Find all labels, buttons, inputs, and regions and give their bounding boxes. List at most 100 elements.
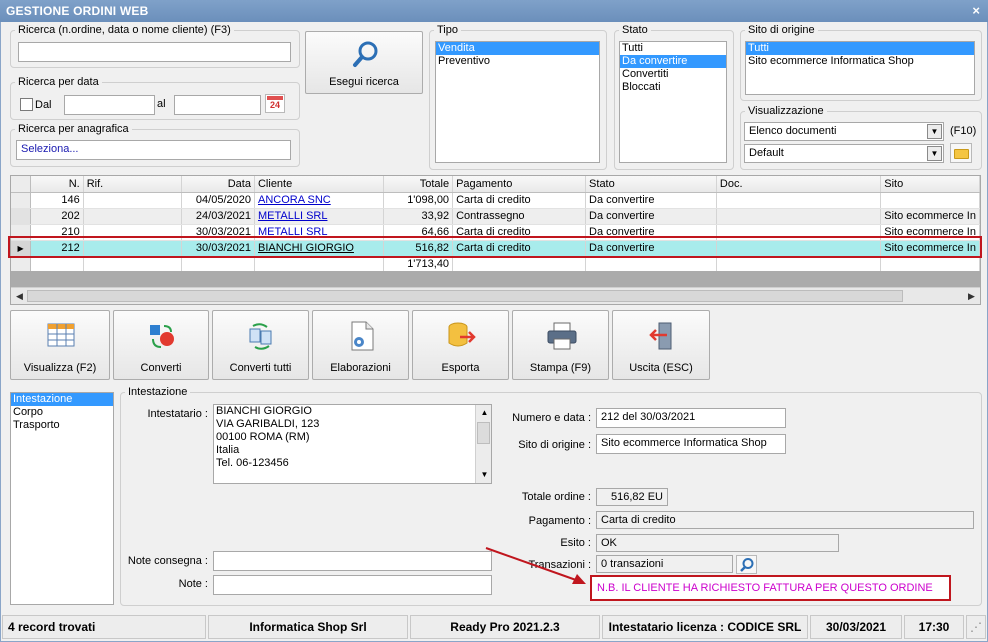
- cell-pagamento: Carta di credito: [452, 224, 587, 241]
- cell-sito: [880, 192, 980, 209]
- table-row[interactable]: 210 30/03/2021 METALLI SRL 64,66 Carta d…: [11, 224, 980, 241]
- column-header-stato[interactable]: Stato: [585, 176, 717, 193]
- cell-totale: 516,82: [383, 240, 454, 257]
- row-indicator[interactable]: [11, 208, 32, 225]
- row-indicator-arrow[interactable]: ▶: [11, 240, 32, 257]
- note-input[interactable]: [213, 575, 492, 595]
- note-consegna-input[interactable]: [213, 551, 492, 571]
- row-indicator[interactable]: [11, 192, 32, 209]
- transazioni-field: 0 transazioni: [596, 555, 733, 573]
- sito-item-tutti[interactable]: Tutti: [746, 42, 974, 55]
- esporta-button[interactable]: Esporta: [412, 310, 509, 380]
- scroll-up-icon[interactable]: ▲: [476, 405, 491, 420]
- column-header-data[interactable]: Data: [181, 176, 255, 193]
- column-header-rif[interactable]: Rif.: [83, 176, 183, 193]
- pagamento-label: Pagamento :: [528, 515, 591, 527]
- stampa-button[interactable]: Stampa (F9): [512, 310, 609, 380]
- anagrafica-select[interactable]: Seleziona...: [16, 140, 291, 160]
- numero-data-field[interactable]: 212 del 30/03/2021: [596, 408, 786, 428]
- convert-all-icon: [249, 323, 272, 350]
- intestatario-label: Intestatario :: [147, 408, 208, 420]
- elaborazioni-button[interactable]: Elaborazioni: [312, 310, 409, 380]
- close-icon[interactable]: ×: [972, 3, 980, 18]
- search-label: Ricerca (n.ordine, data o nome cliente) …: [18, 24, 231, 36]
- chevron-down-icon[interactable]: ▼: [927, 146, 942, 161]
- stato-item-bloccati[interactable]: Bloccati: [620, 81, 726, 94]
- row-indicator[interactable]: [11, 224, 32, 241]
- section-list[interactable]: Intestazione Corpo Trasporto: [10, 392, 114, 605]
- status-license: Intestatario licenza : CODICE SRL: [602, 615, 808, 639]
- textarea-scrollbar[interactable]: ▲ ▼: [475, 405, 491, 483]
- stato-item-da-convertire[interactable]: Da convertire: [620, 55, 726, 68]
- table-row-selected[interactable]: ▶ 212 30/03/2021 BIANCHI GIORGIO 516,82 …: [11, 240, 980, 257]
- scrollbar-thumb[interactable]: [27, 290, 903, 302]
- grid-horizontal-scrollbar[interactable]: ◀ ▶: [11, 287, 980, 304]
- converti-button[interactable]: Converti: [113, 310, 209, 380]
- sito-origine-field[interactable]: Sito ecommerce Informatica Shop: [596, 434, 786, 454]
- cell-n: 210: [30, 224, 84, 241]
- column-header-pagamento[interactable]: Pagamento: [452, 176, 587, 193]
- stato-item-tutti[interactable]: Tutti: [620, 42, 726, 55]
- tipo-list[interactable]: Vendita Preventivo: [435, 41, 600, 163]
- folder-icon[interactable]: [950, 143, 972, 163]
- grid-empty-area: [11, 271, 980, 287]
- status-company: Informatica Shop Srl: [208, 615, 408, 639]
- table-row[interactable]: 146 04/05/2020 ANCORA SNC 1'098,00 Carta…: [11, 192, 980, 209]
- esito-field: OK: [596, 534, 839, 552]
- stato-item-convertiti[interactable]: Convertiti: [620, 68, 726, 81]
- section-item-corpo[interactable]: Corpo: [11, 406, 113, 419]
- layout-select-value: Default: [749, 147, 784, 159]
- layout-select[interactable]: Default ▼: [744, 144, 944, 163]
- cell-rif: [83, 240, 183, 257]
- grid-total-value: 1'713,40: [383, 256, 454, 273]
- transazioni-search-button[interactable]: [736, 555, 757, 574]
- column-header-totale[interactable]: Totale: [383, 176, 454, 193]
- converti-tutti-button[interactable]: Converti tutti: [212, 310, 309, 380]
- calendar-icon[interactable]: 24: [265, 94, 285, 113]
- cell-cliente-link[interactable]: BIANCHI GIORGIO: [258, 242, 354, 254]
- resize-grip-icon[interactable]: ⋰: [966, 615, 986, 639]
- numero-data-label: Numero e data :: [512, 412, 591, 424]
- cell-cliente-link[interactable]: METALLI SRL: [258, 210, 328, 222]
- status-bar: 4 record trovati Informatica Shop Srl Re…: [2, 615, 986, 639]
- table-row[interactable]: 202 24/03/2021 METALLI SRL 33,92 Contras…: [11, 208, 980, 225]
- view-select[interactable]: Elenco documenti ▼: [744, 122, 944, 141]
- search-input[interactable]: [18, 42, 291, 62]
- search-button[interactable]: Esegui ricerca: [305, 31, 423, 94]
- stampa-label: Stampa (F9): [529, 362, 592, 374]
- section-item-trasporto[interactable]: Trasporto: [11, 419, 113, 432]
- intestatario-textarea[interactable]: BIANCHI GIORGIO VIA GARIBALDI, 123 00100…: [213, 404, 492, 484]
- grid-corner: [11, 176, 32, 193]
- cell-doc: [716, 208, 882, 225]
- annotation-arrow-icon: [485, 547, 586, 584]
- dal-checkbox[interactable]: [20, 98, 33, 111]
- tipo-item-vendita[interactable]: Vendita: [436, 42, 599, 55]
- column-header-sito[interactable]: Sito: [880, 176, 980, 193]
- section-item-intestazione[interactable]: Intestazione: [11, 393, 113, 406]
- stato-list[interactable]: Tutti Da convertire Convertiti Bloccati: [619, 41, 727, 163]
- scroll-down-icon[interactable]: ▼: [476, 467, 491, 482]
- sito-item-informatica-shop[interactable]: Sito ecommerce Informatica Shop: [746, 55, 974, 68]
- cell-cliente-link[interactable]: ANCORA SNC: [258, 194, 331, 206]
- date-to-input[interactable]: [174, 95, 261, 115]
- sito-list[interactable]: Tutti Sito ecommerce Informatica Shop: [745, 41, 975, 95]
- column-header-n[interactable]: N.: [30, 176, 84, 193]
- scrollbar-thumb[interactable]: [477, 422, 490, 444]
- document-gear-icon: [351, 321, 374, 351]
- visualizza-label: Visualizza (F2): [23, 362, 97, 374]
- cell-sito: Sito ecommerce In: [880, 224, 980, 241]
- column-header-doc[interactable]: Doc.: [716, 176, 882, 193]
- date-from-input[interactable]: [64, 95, 155, 115]
- visualizza-button[interactable]: Visualizza (F2): [10, 310, 110, 380]
- table-grid-icon: [47, 323, 75, 347]
- cell-cliente-link[interactable]: METALLI SRL: [258, 226, 328, 238]
- scroll-left-icon[interactable]: ◀: [12, 289, 27, 304]
- uscita-button[interactable]: Uscita (ESC): [612, 310, 710, 380]
- anagrafica-label: Ricerca per anagrafica: [18, 123, 129, 135]
- pagamento-field: Carta di credito: [596, 511, 974, 529]
- scroll-right-icon[interactable]: ▶: [964, 289, 979, 304]
- tipo-item-preventivo[interactable]: Preventivo: [436, 55, 599, 68]
- cell-n: 146: [30, 192, 84, 209]
- column-header-cliente[interactable]: Cliente: [254, 176, 385, 193]
- chevron-down-icon[interactable]: ▼: [927, 124, 942, 139]
